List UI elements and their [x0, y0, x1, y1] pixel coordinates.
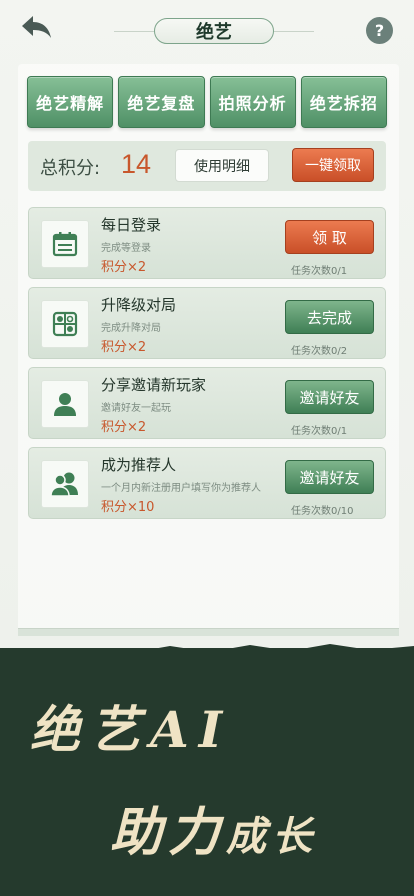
back-button[interactable]: [16, 12, 56, 46]
score-value: 14: [121, 149, 152, 179]
task-card-ranked-match: 升降级对局 完成升降对局 积分×2 去完成 任务次数0/2: [28, 287, 386, 359]
claim-button[interactable]: 领 取: [285, 220, 374, 254]
tab-photo-analysis[interactable]: 拍照分析: [209, 76, 296, 128]
task-desc: 完成升降对局: [101, 323, 161, 334]
board-icon: [41, 300, 89, 348]
task-desc: 完成等登录: [101, 243, 151, 254]
help-icon: ?: [374, 21, 385, 40]
page-title: 绝艺: [154, 18, 274, 44]
feature-tabs: 绝艺精解 绝艺复盘 拍照分析 绝艺拆招: [27, 76, 387, 128]
task-progress: 任务次数0/1: [291, 266, 348, 277]
task-card-daily-login: 每日登录 完成等登录 积分×2 领 取 任务次数0/1: [28, 207, 386, 279]
task-reward: 积分×2: [101, 340, 147, 355]
task-title: 每日登录: [101, 216, 162, 234]
go-complete-button[interactable]: 去完成: [285, 300, 374, 334]
claim-all-button[interactable]: 一键领取: [292, 148, 374, 182]
invite-friend-button[interactable]: 邀请好友: [285, 380, 374, 414]
task-card-referrer: 成为推荐人 一个月内新注册用户填写你为推荐人 积分×10 邀请好友 任务次数0/…: [28, 447, 386, 519]
title-divider-left: [114, 31, 154, 32]
help-button[interactable]: ?: [366, 17, 393, 44]
task-progress: 任务次数0/2: [291, 346, 348, 357]
panel-bottom-bar: [18, 628, 399, 636]
score-row: 总积分: 14 使用明细 一键领取: [28, 141, 386, 191]
task-desc: 一个月内新注册用户填写你为推荐人: [101, 483, 261, 494]
task-card-invite-player: 分享邀请新玩家 邀请好友一起玩 积分×2 邀请好友 任务次数0/1: [28, 367, 386, 439]
back-arrow-icon: [19, 14, 53, 44]
slogan-line-1: 绝艺AI: [30, 700, 233, 759]
calendar-icon: [41, 220, 89, 268]
task-title: 升降级对局: [101, 296, 177, 314]
task-reward: 积分×2: [101, 260, 147, 275]
user-icon: [41, 380, 89, 428]
task-progress: 任务次数0/10: [291, 506, 354, 517]
users-icon: [41, 460, 89, 508]
task-reward: 积分×2: [101, 420, 147, 435]
task-title: 分享邀请新玩家: [101, 376, 207, 394]
title-divider-right: [274, 31, 314, 32]
invite-friend-button[interactable]: 邀请好友: [285, 460, 374, 494]
task-title: 成为推荐人: [101, 456, 177, 474]
slogan-line-2: 助力成长: [110, 790, 410, 865]
header: 绝艺 ?: [0, 0, 414, 64]
tab-move-breakdown[interactable]: 绝艺拆招: [300, 76, 387, 128]
task-desc: 邀请好友一起玩: [101, 403, 171, 414]
task-reward: 积分×10: [101, 500, 155, 515]
score-label: 总积分:: [40, 158, 101, 179]
usage-detail-button[interactable]: 使用明细: [175, 149, 269, 182]
tab-review[interactable]: 绝艺复盘: [118, 76, 205, 128]
slogan-line-2-main: 助力: [110, 802, 227, 863]
task-progress: 任务次数0/1: [291, 426, 348, 437]
tab-analysis[interactable]: 绝艺精解: [27, 76, 114, 128]
slogan-line-2-small: 成长: [226, 813, 319, 860]
